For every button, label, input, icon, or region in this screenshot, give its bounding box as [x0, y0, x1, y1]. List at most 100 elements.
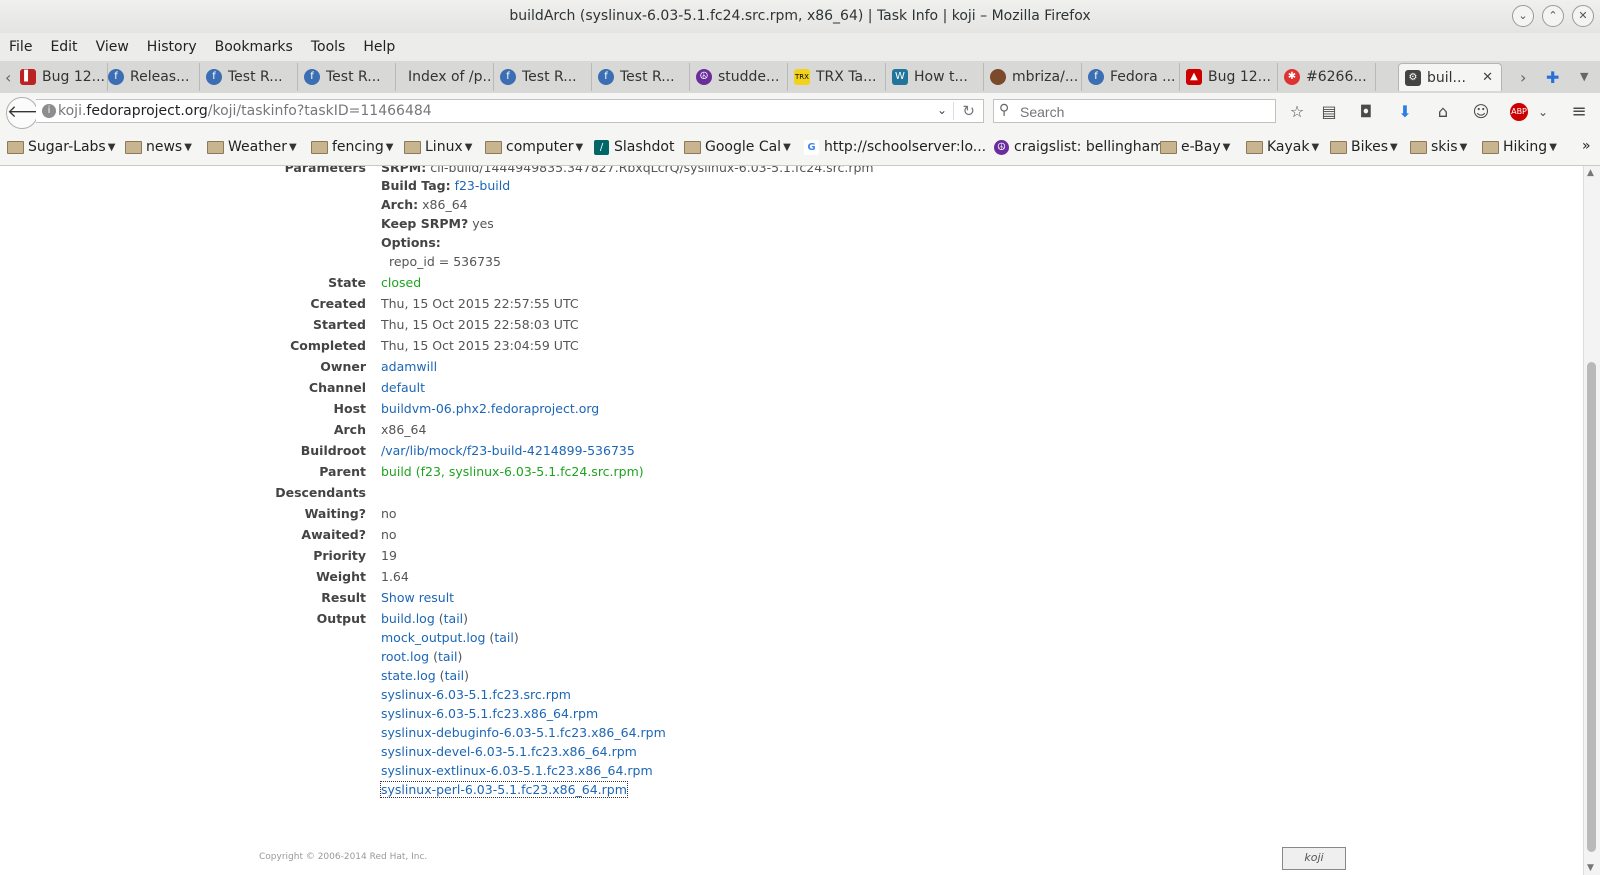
- reload-icon[interactable]: ↻: [953, 102, 975, 120]
- log-file-link[interactable]: root.log: [381, 649, 429, 664]
- folder-icon: [1160, 140, 1177, 154]
- menu-help[interactable]: Help: [363, 39, 395, 55]
- channel-link[interactable]: default: [381, 380, 425, 395]
- log-file-link[interactable]: mock_output.log: [381, 630, 485, 645]
- scroll-up-icon[interactable]: ▲: [1587, 168, 1594, 178]
- tab[interactable]: ✱ #6266...: [1278, 63, 1376, 91]
- label-output: Output: [316, 611, 366, 626]
- search-bar[interactable]: ⚲: [993, 99, 1276, 123]
- reading-list-icon[interactable]: ▤: [1318, 101, 1340, 123]
- tab[interactable]: f Test R...: [298, 63, 396, 91]
- bookmark-folder-ebay[interactable]: e-Bay ▼: [1160, 139, 1230, 155]
- scroll-down-icon[interactable]: ▼: [1587, 863, 1594, 873]
- tab-scroll-left-icon[interactable]: ‹: [5, 68, 11, 87]
- menu-tools[interactable]: Tools: [311, 39, 346, 55]
- fedora-icon: f: [108, 69, 124, 85]
- tab[interactable]: f Test R...: [200, 63, 298, 91]
- tab[interactable]: ▲ Bug 12...: [1180, 63, 1278, 91]
- list-tabs-icon[interactable]: ▼: [1580, 70, 1588, 83]
- tab[interactable]: mbriza/...: [984, 63, 1082, 91]
- tab[interactable]: Index of /p...: [396, 63, 494, 91]
- bookmark-star-icon[interactable]: ☆: [1286, 101, 1308, 123]
- tab[interactable]: TRX TRX Ta...: [788, 63, 886, 91]
- new-tab-icon[interactable]: ✚: [1546, 68, 1559, 87]
- site-info-icon[interactable]: i: [42, 104, 56, 118]
- url-history-dropdown-icon[interactable]: ⌄: [937, 103, 947, 117]
- bookmark-folder-skis[interactable]: skis ▼: [1410, 139, 1467, 155]
- bookmark-folder-hiking[interactable]: Hiking ▼: [1482, 139, 1557, 155]
- log-file-link[interactable]: state.log: [381, 668, 436, 683]
- log-tail-link[interactable]: tail: [444, 611, 464, 626]
- maximize-button[interactable]: ⌃: [1542, 5, 1564, 27]
- hamburger-menu-icon[interactable]: ≡: [1568, 101, 1590, 123]
- value-awaited: no: [381, 527, 397, 542]
- log-tail-link[interactable]: tail: [438, 649, 458, 664]
- url-text[interactable]: koji.fedoraproject.org/koji/taskinfo?tas…: [58, 103, 432, 119]
- rpm-link-focused[interactable]: syslinux-perl-6.03-5.1.fc23.x86_64.rpm: [380, 781, 628, 798]
- log-tail-link[interactable]: tail: [445, 668, 465, 683]
- buildroot-link[interactable]: /var/lib/mock/f23-build-4214899-536735: [381, 443, 635, 458]
- menu-history[interactable]: History: [147, 39, 197, 55]
- rpm-link[interactable]: syslinux-extlinux-6.03-5.1.fc23.x86_64.r…: [381, 763, 653, 778]
- adblock-icon[interactable]: ABP: [1510, 103, 1528, 121]
- bookmark-folder-fencing[interactable]: fencing ▼: [311, 139, 393, 155]
- scrollbar-thumb[interactable]: [1587, 362, 1596, 852]
- bookmark-folder-linux[interactable]: Linux ▼: [404, 139, 472, 155]
- tab[interactable]: ▌ Bug 12...: [14, 63, 108, 91]
- bookmark-folder-google-cal[interactable]: Google Cal ▼: [684, 139, 791, 155]
- show-result-link[interactable]: Show result: [381, 590, 454, 605]
- tab[interactable]: f Fedora ...: [1082, 63, 1180, 91]
- tab[interactable]: W How t...: [886, 63, 984, 91]
- bookmark-slashdot[interactable]: / Slashdot: [594, 139, 674, 155]
- tab[interactable]: ☮ studde...: [690, 63, 788, 91]
- bookmark-folder-kayak[interactable]: Kayak ▼: [1246, 139, 1319, 155]
- page-scrollbar[interactable]: ▲ ▼: [1583, 166, 1600, 875]
- chevron-down-icon: ▼: [184, 141, 192, 153]
- tab[interactable]: f Test R...: [592, 63, 690, 91]
- peace-icon: ☮: [696, 69, 712, 85]
- menu-bookmarks[interactable]: Bookmarks: [215, 39, 293, 55]
- value-waiting: no: [381, 506, 397, 521]
- search-input[interactable]: [1018, 102, 1272, 122]
- rpm-link[interactable]: syslinux-debuginfo-6.03-5.1.fc23.x86_64.…: [381, 725, 666, 740]
- folder-icon: [1330, 140, 1347, 154]
- tab[interactable]: f Releas...: [102, 63, 200, 91]
- back-button[interactable]: 🡐: [6, 97, 53, 129]
- minimize-button[interactable]: ⌄: [1512, 5, 1534, 27]
- downloads-icon[interactable]: ⬇: [1394, 101, 1416, 123]
- rpm-link[interactable]: syslinux-6.03-5.1.fc23.src.rpm: [381, 687, 571, 702]
- pocket-icon[interactable]: ◘: [1355, 101, 1377, 123]
- chevron-down-icon: ▼: [385, 141, 394, 153]
- adblock-dropdown-icon[interactable]: ⌄: [1532, 101, 1554, 123]
- bookmark-folder-weather[interactable]: Weather ▼: [207, 139, 297, 155]
- powered-by-koji-logo[interactable]: koji: [1282, 847, 1346, 870]
- bookmarks-overflow-icon[interactable]: »: [1582, 138, 1591, 154]
- chat-icon[interactable]: ☺: [1470, 101, 1492, 123]
- url-bar[interactable]: i koji.fedoraproject.org/koji/taskinfo?t…: [36, 99, 984, 123]
- close-tab-icon[interactable]: ✕: [1482, 70, 1493, 85]
- bookmark-folder-bikes[interactable]: Bikes ▼: [1330, 139, 1398, 155]
- bookmark-folder-sugar-labs[interactable]: Sugar-Labs ▼: [7, 139, 115, 155]
- menu-view[interactable]: View: [96, 39, 129, 55]
- bookmark-schoolserver[interactable]: Ghttp://schoolserver:lo...: [804, 139, 986, 155]
- log-tail-link[interactable]: tail: [494, 630, 514, 645]
- value-priority: 19: [381, 548, 397, 563]
- bookmark-folder-computer[interactable]: computer ▼: [485, 139, 583, 155]
- tab-scroll-right-icon[interactable]: ›: [1520, 68, 1526, 87]
- home-icon[interactable]: ⌂: [1432, 101, 1454, 123]
- host-link[interactable]: buildvm-06.phx2.fedoraproject.org: [381, 401, 599, 416]
- rpm-link[interactable]: syslinux-devel-6.03-5.1.fc23.x86_64.rpm: [381, 744, 637, 759]
- rpm-link[interactable]: syslinux-6.03-5.1.fc23.x86_64.rpm: [381, 706, 598, 721]
- bookmark-craigslist[interactable]: ☮ craigslist: bellingham: [994, 139, 1164, 155]
- folder-icon: [311, 140, 328, 154]
- owner-link[interactable]: adamwill: [381, 359, 437, 374]
- close-window-button[interactable]: ✕: [1572, 5, 1594, 27]
- bookmark-folder-news[interactable]: news ▼: [125, 139, 192, 155]
- build-tag-link[interactable]: f23-build: [455, 178, 511, 193]
- log-file-link[interactable]: build.log: [381, 611, 435, 626]
- tab-active[interactable]: ⚙ buil... ✕: [1398, 63, 1502, 91]
- tab[interactable]: f Test R...: [494, 63, 592, 91]
- parent-link[interactable]: build (f23, syslinux-6.03-5.1.fc24.src.r…: [381, 464, 644, 479]
- menu-edit[interactable]: Edit: [50, 39, 77, 55]
- menu-file[interactable]: File: [9, 39, 32, 55]
